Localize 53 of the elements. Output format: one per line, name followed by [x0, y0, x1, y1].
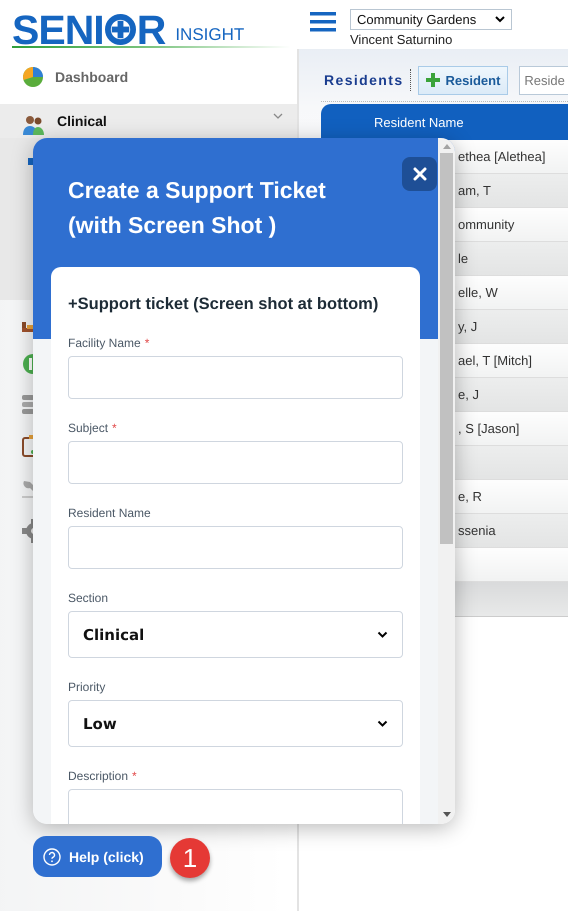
user-name: Vincent Saturnino: [350, 32, 454, 47]
table-cell: e, J: [458, 387, 479, 402]
stack-icon: [22, 394, 33, 415]
table-cell: e, R: [458, 489, 482, 504]
sidebar-item[interactable]: Clinical: [0, 104, 297, 138]
calendar-icon: [22, 435, 33, 457]
table-cell: , S [Jason]: [458, 421, 520, 436]
logo-text: R: [136, 11, 166, 49]
close-button[interactable]: [402, 157, 437, 191]
close-icon: [412, 167, 426, 181]
select-field[interactable]: Low: [68, 700, 403, 747]
search-field[interactable]: Reside: [519, 66, 568, 94]
modal-title: Create a Support Ticket (with Screen Shot ): [68, 176, 327, 240]
table-cell: ethea [Alethea]: [458, 149, 546, 164]
table-cell: y, J: [458, 319, 478, 334]
logo-tagline: INSIGHT: [175, 26, 244, 43]
form-heading: +Support ticket (Screen shot at bottom): [68, 295, 380, 314]
field-label: Description *: [68, 769, 138, 783]
column-header: Resident Name: [321, 104, 568, 140]
field-label: Subject *: [68, 421, 118, 435]
input-field[interactable]: [68, 789, 403, 824]
help-button[interactable]: Help (click): [33, 836, 162, 877]
add-resident-button[interactable]: Resident: [418, 66, 508, 94]
logo-text: SENI: [12, 11, 104, 49]
help-icon: [43, 848, 61, 866]
input-field[interactable]: [68, 356, 403, 399]
chevron-down-icon: [377, 631, 388, 638]
scroll-down-icon: [442, 812, 450, 817]
select-field[interactable]: Clinical: [68, 611, 403, 658]
chevron-down-icon: [377, 720, 388, 727]
field-label: Section: [68, 591, 110, 605]
caret-icon: [495, 16, 505, 23]
logo-cross-icon: [104, 14, 136, 45]
pie-chart-icon: [22, 66, 44, 88]
people-icon: [22, 113, 46, 137]
field-label: Priority: [68, 680, 106, 694]
section-title: Residents: [321, 69, 411, 91]
scroll-up-icon: [442, 144, 450, 149]
table-cell: ael, T [Mitch]: [458, 353, 532, 368]
table-cell: elle, W: [458, 285, 498, 300]
field-label: Resident Name: [68, 506, 152, 520]
scrollbar-thumb[interactable]: [440, 153, 453, 544]
input-field[interactable]: [68, 441, 403, 484]
field-label: Facility Name *: [68, 336, 150, 350]
facility-select[interactable]: Community Gardens: [350, 9, 512, 30]
table-cell: ommunity: [458, 217, 514, 232]
menu-icon[interactable]: [310, 12, 336, 32]
table-cell: am, T: [458, 183, 491, 198]
bed-icon: [22, 320, 33, 334]
input-field[interactable]: [68, 526, 403, 569]
table-cell: ssenia: [458, 523, 496, 538]
table-cell: le: [458, 251, 468, 266]
plus-icon: [426, 73, 440, 87]
